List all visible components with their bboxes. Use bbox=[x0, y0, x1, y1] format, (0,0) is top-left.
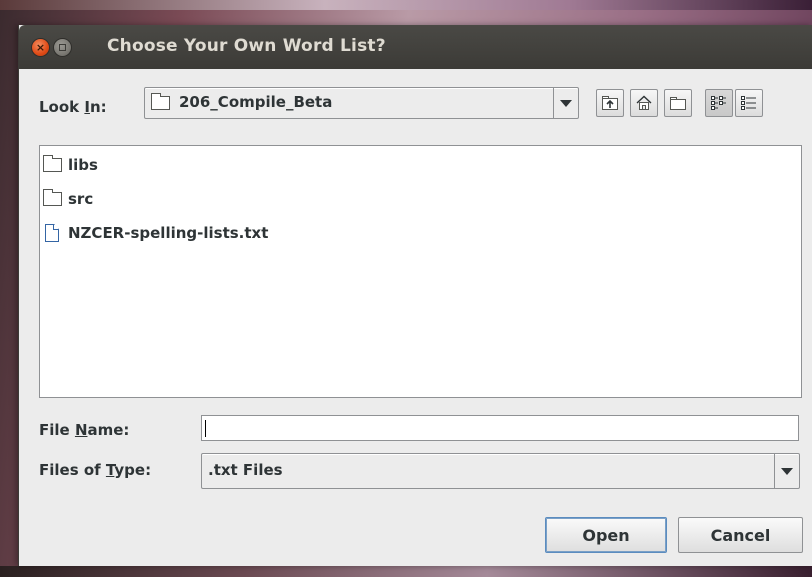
list-item-folder[interactable]: libs bbox=[43, 153, 98, 177]
home-icon bbox=[636, 95, 652, 110]
list-item-file[interactable]: NZCER-spelling-lists.txt bbox=[43, 221, 268, 245]
file-icon bbox=[45, 224, 59, 242]
list-item-folder[interactable]: src bbox=[43, 187, 93, 211]
list-item-label: NZCER-spelling-lists.txt bbox=[68, 224, 269, 242]
file-name-label: File Name: bbox=[39, 421, 130, 439]
list-item-label: libs bbox=[68, 156, 98, 174]
title-bar[interactable]: × Choose Your Own Word List? bbox=[19, 25, 812, 69]
close-window-button[interactable]: × bbox=[32, 39, 49, 56]
files-of-type-label: Files of Type: bbox=[39, 461, 152, 479]
list-item-label: src bbox=[68, 190, 94, 208]
file-name-input[interactable] bbox=[201, 415, 799, 441]
look-in-label: Look In: bbox=[39, 98, 107, 116]
folder-icon bbox=[151, 93, 170, 110]
new-folder-icon bbox=[670, 97, 686, 110]
chevron-down-icon[interactable] bbox=[774, 454, 799, 488]
up-one-level-button[interactable] bbox=[596, 89, 624, 117]
details-view-icon bbox=[741, 96, 756, 110]
file-chooser-dialog: × Choose Your Own Word List? Look In: 20… bbox=[18, 25, 812, 566]
folder-icon bbox=[43, 155, 62, 172]
cancel-button[interactable]: Cancel bbox=[678, 517, 803, 553]
home-button[interactable] bbox=[630, 89, 658, 117]
look-in-combo[interactable]: 206_Compile_Beta bbox=[144, 87, 579, 119]
desktop-background-bottom bbox=[0, 566, 812, 577]
details-view-button[interactable] bbox=[735, 89, 763, 117]
folder-icon bbox=[43, 189, 62, 206]
minimize-window-button[interactable] bbox=[54, 39, 71, 56]
window-title: Choose Your Own Word List? bbox=[107, 36, 386, 56]
up-one-level-icon bbox=[602, 96, 618, 110]
chevron-down-icon[interactable] bbox=[553, 88, 578, 118]
list-view-button[interactable] bbox=[705, 89, 733, 117]
file-list[interactable]: libs src NZCER-spelling-lists.txt bbox=[39, 145, 802, 398]
files-of-type-combo[interactable]: .txt Files bbox=[201, 453, 800, 489]
open-button[interactable]: Open bbox=[545, 517, 667, 553]
list-view-icon bbox=[711, 96, 726, 110]
close-icon: × bbox=[35, 41, 46, 54]
files-of-type-value: .txt Files bbox=[208, 461, 283, 479]
text-caret bbox=[205, 420, 206, 437]
desktop-background bbox=[0, 0, 812, 10]
look-in-value: 206_Compile_Beta bbox=[179, 93, 333, 111]
new-folder-button[interactable] bbox=[664, 89, 692, 117]
